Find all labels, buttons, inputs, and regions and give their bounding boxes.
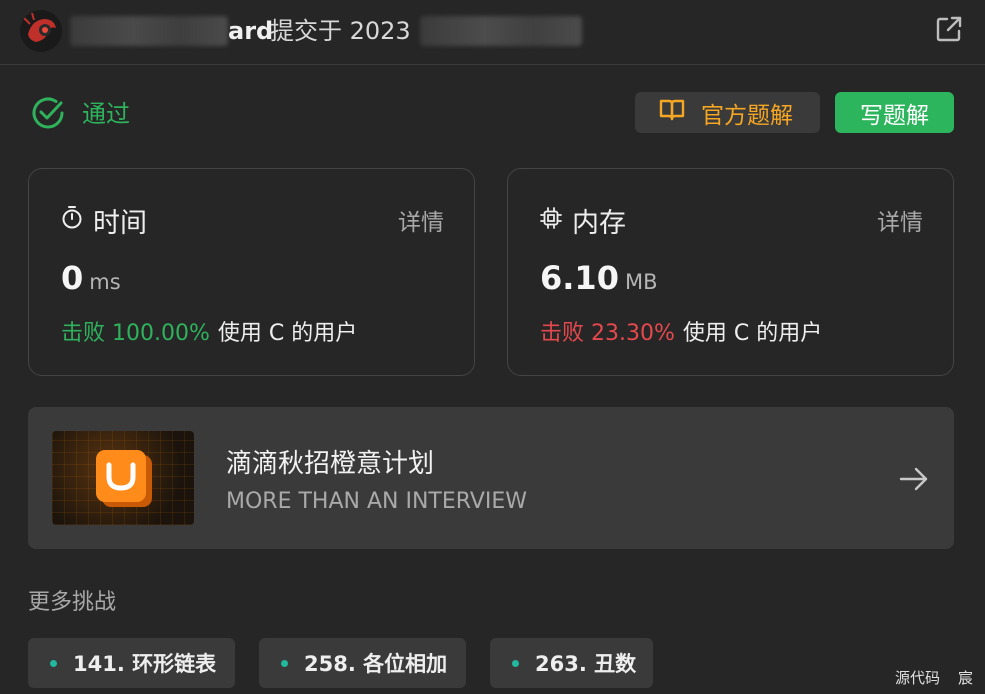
runtime-unit: ms: [89, 270, 121, 294]
memory-beat-suffix: 使用 C 的用户: [682, 321, 823, 346]
username-visible[interactable]: ard: [228, 14, 273, 48]
submission-header: ard 提交于 2023: [0, 0, 985, 65]
runtime-beat-suffix: 使用 C 的用户: [217, 321, 358, 346]
memory-unit: MB: [624, 270, 658, 294]
memory-card: 内存 详情 6.10 MB 击败 23.30% 使用 C 的用户: [507, 168, 954, 376]
user-avatar[interactable]: [20, 10, 62, 52]
memory-beat: 击败 23.30% 使用 C 的用户: [540, 315, 822, 347]
write-solution-button[interactable]: 写题解: [835, 92, 954, 133]
bullet-dot: [512, 659, 519, 667]
memory-detail-link[interactable]: 详情: [877, 203, 923, 237]
redacted-username: [70, 16, 228, 46]
runtime-detail-link[interactable]: 详情: [398, 203, 444, 237]
banner-title: 滴滴秋招橙意计划: [226, 449, 435, 479]
external-link-icon[interactable]: [934, 14, 964, 44]
bullet-dot: [281, 659, 288, 667]
book-icon: [659, 98, 685, 128]
runtime-title: 时间: [61, 201, 147, 240]
promo-banner[interactable]: 滴滴秋招橙意计划 MORE THAN AN INTERVIEW: [28, 407, 954, 549]
runtime-title-text: 时间: [93, 208, 147, 239]
challenge-label: 258. 各位相加: [304, 652, 448, 676]
status-label: 通过: [82, 100, 130, 128]
footer-trailing-text: 宸: [958, 669, 974, 687]
challenge-label: 141. 环形链表: [73, 652, 217, 676]
chip-icon: [540, 205, 562, 236]
challenge-chip[interactable]: 263. 丑数: [490, 638, 653, 688]
source-code-link[interactable]: 源代码: [895, 667, 940, 688]
memory-title-text: 内存: [572, 208, 626, 239]
submit-time-text: 提交于 2023: [270, 17, 411, 45]
runtime-value: 0 ms: [61, 259, 121, 297]
memory-number: 6.10: [540, 259, 619, 297]
more-challenges-title: 更多挑战: [28, 590, 117, 615]
banner-subtitle: MORE THAN AN INTERVIEW: [226, 489, 528, 514]
challenge-chip[interactable]: 141. 环形链表: [28, 638, 235, 688]
challenge-chip[interactable]: 258. 各位相加: [259, 638, 466, 688]
runtime-card: 时间 详情 0 ms 击败 100.00% 使用 C 的用户: [28, 168, 475, 376]
arrow-right-icon[interactable]: [898, 463, 930, 495]
runtime-number: 0: [61, 259, 84, 297]
didi-logo: [52, 431, 194, 525]
official-solution-button[interactable]: 官方题解: [635, 92, 820, 133]
runtime-beat-percent: 击败 100.00%: [61, 321, 210, 346]
runtime-beat: 击败 100.00% 使用 C 的用户: [61, 315, 357, 347]
bullet-dot: [50, 659, 57, 667]
redacted-timestamp: [420, 16, 582, 46]
memory-beat-percent: 击败 23.30%: [540, 321, 675, 346]
memory-title: 内存: [540, 201, 626, 240]
memory-value: 6.10 MB: [540, 259, 657, 297]
official-solution-label: 官方题解: [701, 102, 793, 129]
check-circle-icon: [30, 95, 66, 131]
write-solution-label: 写题解: [860, 102, 929, 129]
challenge-label: 263. 丑数: [535, 652, 637, 676]
stopwatch-icon: [61, 205, 83, 236]
